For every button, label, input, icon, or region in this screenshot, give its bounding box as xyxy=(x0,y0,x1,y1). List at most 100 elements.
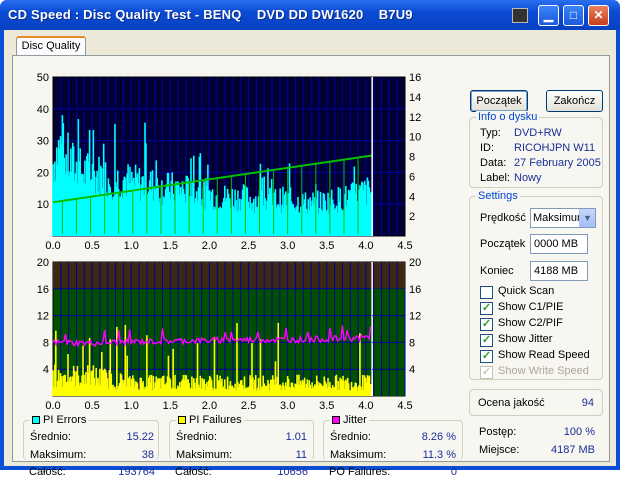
jitter-avg-value: 8.26 % xyxy=(421,431,456,443)
chart2-y2-tick-label: 8 xyxy=(409,337,415,349)
chart2-x-tick-label: 3.0 xyxy=(280,400,295,412)
show-c2-pif-checkbox[interactable]: ✓ xyxy=(480,318,493,331)
pi-failures-title-text: PI Failures xyxy=(189,414,242,426)
minimize-button[interactable]: ▁ xyxy=(538,5,559,26)
show-jitter-label[interactable]: Show Jitter xyxy=(498,333,552,345)
start-button[interactable]: Początek xyxy=(470,90,528,112)
chart1-x-tick-label: 3.0 xyxy=(280,240,295,252)
disc-label-label: Label: xyxy=(480,172,510,184)
chart1-y2-tick-label: 6 xyxy=(409,171,415,183)
chart2-x-tick-label: 4.5 xyxy=(397,400,412,412)
chart1-x-tick-label: 4.5 xyxy=(397,240,412,252)
pi-errors-avg-label: Średnio: xyxy=(30,431,71,443)
floppy-icon xyxy=(512,8,528,23)
show-c1-pie-label[interactable]: Show C1/PIE xyxy=(498,301,563,313)
show-jitter-checkbox[interactable]: ✓ xyxy=(480,334,493,347)
disc-id-label: ID: xyxy=(480,142,495,154)
pi-errors-swatch xyxy=(32,416,40,424)
pi-errors-total-label: Całość: xyxy=(29,466,66,478)
chart1-y-tick-label: 10 xyxy=(37,199,49,211)
chart1-x-tick-label: 0.0 xyxy=(45,240,60,252)
tab-panel: 0.0 0.5 1.0 1.5 2.0 2.5 3.0 3.5 4.0 4.5 10 20 30 40 50… xyxy=(12,55,610,478)
chart2-x-tick-label: 0.0 xyxy=(45,400,60,412)
start-input[interactable]: 0000 MB xyxy=(530,234,588,254)
progress-value: 100 % xyxy=(563,426,595,438)
chart2-x-tick-label: 0.5 xyxy=(84,400,99,412)
window-title: CD Speed : Disc Quality Test - BENQ DVD … xyxy=(8,7,413,22)
disc-date-value: 27 February 2005 xyxy=(514,157,601,169)
disc-date-label: Data: xyxy=(480,157,507,169)
chart1-x-tick-label: 2.0 xyxy=(202,240,217,252)
chart2-y-tick-label: 16 xyxy=(37,284,49,296)
chart2-y-tick-label: 8 xyxy=(43,337,49,349)
jitter-group: Jitter Średnio: 8.26 % Maksimum: 11.3 % xyxy=(323,414,463,461)
quick-scan-checkbox[interactable] xyxy=(480,286,493,299)
chart2-x-tick-label: 2.5 xyxy=(241,400,256,412)
end-label: Koniec xyxy=(480,265,514,277)
pi-errors-title-text: PI Errors xyxy=(43,414,87,426)
chart2-x-tick-label: 2.0 xyxy=(202,400,217,412)
chart2-x-tick-label: 3.5 xyxy=(319,400,334,412)
po-failures-value: 0 xyxy=(450,466,457,478)
jitter-max-label: Maksimum: xyxy=(330,449,387,461)
show-write-speed-label: Show Write Speed xyxy=(498,365,589,377)
chart1-x-tick-label: 3.5 xyxy=(319,240,334,252)
chart1-x-tick-label: 1.0 xyxy=(124,240,139,252)
chart1-y-tick-label: 50 xyxy=(37,72,49,84)
chart1-y-tick-label: 30 xyxy=(37,136,49,148)
chart1-x-tick-label: 4.0 xyxy=(358,240,373,252)
disc-info-title: Info o dysku xyxy=(476,111,540,123)
quality-label: Ocena jakość xyxy=(478,397,545,409)
pi-failures-total-label: Całość: xyxy=(175,466,212,478)
close-button[interactable]: ✕ xyxy=(588,5,609,26)
settings-group: Settings Prędkość Maksimum ▼ Początek 00… xyxy=(469,190,603,380)
position-label: Miejsce: xyxy=(479,444,520,456)
exit-button[interactable]: Zakończ xyxy=(546,90,603,112)
show-c2-pif-label[interactable]: Show C2/PIF xyxy=(498,317,563,329)
settings-title: Settings xyxy=(476,190,520,202)
show-c1-pie-checkbox[interactable]: ✓ xyxy=(480,302,493,315)
position-value: 4187 MB xyxy=(550,444,595,456)
chart1-x-tick-label: 0.5 xyxy=(84,240,99,252)
chart2-y2-tick-label: 16 xyxy=(409,284,421,296)
jitter-title: Jitter xyxy=(330,414,369,426)
pi-errors-total-value: 193764 xyxy=(118,466,155,478)
pi-errors-avg-value: 15.22 xyxy=(126,431,154,443)
show-read-speed-label[interactable]: Show Read Speed xyxy=(498,349,590,361)
title-bar[interactable]: CD Speed : Disc Quality Test - BENQ DVD … xyxy=(0,0,620,30)
pi-failures-total-value: 10656 xyxy=(277,466,308,478)
po-failures-label: PO Failures: xyxy=(329,466,391,478)
chevron-down-icon[interactable]: ▼ xyxy=(579,209,595,227)
speed-select[interactable]: Maksimum ▼ xyxy=(530,208,596,228)
disc-type-value: DVD+RW xyxy=(514,127,562,139)
quick-scan-label[interactable]: Quick Scan xyxy=(498,285,554,297)
quality-value: 94 xyxy=(581,397,594,409)
end-input[interactable]: 4188 MB xyxy=(530,261,588,281)
chart1-y2-tick-label: 14 xyxy=(409,92,421,104)
jitter-avg-label: Średnio: xyxy=(330,431,371,443)
chart1-x-tick-label: 2.5 xyxy=(241,240,256,252)
chart1-x-tick-label: 1.5 xyxy=(163,240,178,252)
chart1-y2-tick-label: 4 xyxy=(409,191,415,203)
disc-type-label: Typ: xyxy=(480,127,501,139)
maximize-button[interactable]: □ xyxy=(563,5,584,26)
chart1-y2-tick-label: 16 xyxy=(409,72,421,84)
chart2-y2-tick-label: 12 xyxy=(409,311,421,323)
chart1-y2-tick-label: 10 xyxy=(409,132,421,144)
pi-failures-avg-label: Średnio: xyxy=(176,431,217,443)
disc-label-value: Nowy xyxy=(514,172,542,184)
pi-failures-group: PI Failures Średnio: 1.01 Maksimum: 11 xyxy=(169,414,314,461)
app-window: CD Speed : Disc Quality Test - BENQ DVD … xyxy=(0,0,620,478)
pi-failures-title: PI Failures xyxy=(176,414,244,426)
tab-disc-quality[interactable]: Disc Quality xyxy=(16,36,86,56)
show-read-speed-checkbox[interactable]: ✓ xyxy=(480,350,493,363)
pi-errors-title: PI Errors xyxy=(30,414,89,426)
chart2-y-tick-label: 20 xyxy=(37,257,49,269)
disc-id-value: RICOHJPN W11 xyxy=(514,142,596,154)
jitter-max-value: 11.3 % xyxy=(422,449,456,461)
pi-failures-swatch xyxy=(178,416,186,424)
jitter-swatch xyxy=(332,416,340,424)
chart2-x-tick-label: 1.5 xyxy=(163,400,178,412)
progress-label: Postęp: xyxy=(479,426,517,438)
chart1-y2-tick-label: 12 xyxy=(409,112,421,124)
